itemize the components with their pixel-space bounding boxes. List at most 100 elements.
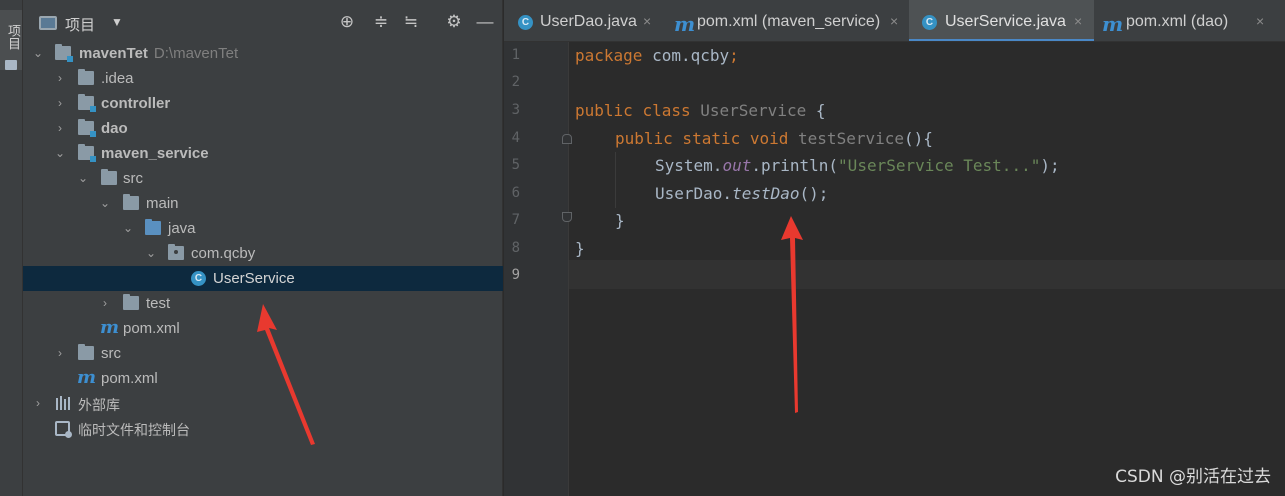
- line-number: 1: [511, 47, 520, 63]
- code-line-7[interactable]: }: [615, 211, 625, 230]
- line-number: 6: [511, 185, 520, 201]
- tree-item-label: .idea: [101, 70, 134, 87]
- maven-icon: m: [77, 367, 97, 388]
- module-folder-icon: [78, 144, 96, 162]
- current-line-highlight: [569, 260, 1285, 289]
- chevron-down-icon[interactable]: ▼: [111, 15, 123, 29]
- project-panel-header: 项目 ▼ ⊕ ≑ ≒ ⚙ —: [23, 0, 503, 42]
- chevron-right-icon[interactable]: ›: [99, 296, 111, 310]
- tab-pom-xml-dao[interactable]: m pom.xml (dao) ×: [1094, 0, 1285, 41]
- tree-item-label: test: [146, 295, 171, 312]
- tab-userservice-java[interactable]: C UserService.java ×: [909, 0, 1094, 41]
- chevron-right-icon[interactable]: ›: [54, 121, 66, 135]
- tab-label: UserService.java: [945, 13, 1066, 30]
- watermark: CSDN @别活在过去: [1115, 467, 1271, 487]
- package-icon: [168, 244, 184, 260]
- folder-icon: [123, 294, 139, 310]
- tree-item-label: UserService: [213, 270, 295, 287]
- module-folder-icon: [55, 44, 73, 62]
- tool-window-strip: 项目: [0, 0, 23, 496]
- code-line-3[interactable]: public class UserService {: [575, 101, 826, 120]
- line-number: 4: [511, 130, 520, 146]
- gear-icon[interactable]: ⚙: [444, 12, 464, 32]
- code-line-5[interactable]: System.out.println("UserService Test..."…: [655, 156, 1060, 175]
- folder-icon: [123, 194, 139, 210]
- code-line-8[interactable]: }: [575, 239, 585, 258]
- chevron-down-icon[interactable]: ⌄: [145, 246, 157, 260]
- project-tool-tab[interactable]: 项目: [0, 10, 22, 70]
- tree-item-pom-xml[interactable]: m pom.xml: [23, 316, 503, 341]
- tab-label: pom.xml (maven_service): [697, 13, 881, 30]
- close-icon[interactable]: ×: [890, 13, 898, 29]
- folder-icon: [78, 69, 94, 85]
- tree-item-label: pom.xml: [101, 370, 158, 387]
- source-folder-icon: [145, 219, 161, 235]
- code-line-4[interactable]: public static void testService(){: [615, 129, 933, 148]
- tree-item-com-qcby[interactable]: ⌄ com.qcby: [23, 241, 503, 266]
- editor-tab-bar: C UserDao.java × m pom.xml (maven_servic…: [504, 0, 1285, 42]
- maven-icon: m: [100, 317, 120, 338]
- code-line-1[interactable]: package com.qcby;: [575, 46, 739, 65]
- chevron-right-icon[interactable]: ›: [54, 71, 66, 85]
- chevron-right-icon[interactable]: ›: [32, 396, 44, 410]
- indent-guide: [615, 152, 616, 208]
- fold-marker-icon[interactable]: [562, 212, 572, 222]
- tree-item-scratches[interactable]: 临时文件和控制台: [23, 416, 503, 441]
- chevron-down-icon[interactable]: ⌄: [77, 171, 89, 185]
- code-editor: C UserDao.java × m pom.xml (maven_servic…: [504, 0, 1285, 496]
- tree-item-maventet[interactable]: ⌄ mavenTet D:\mavenTet: [23, 41, 503, 66]
- project-tool-label: 项目: [5, 24, 20, 50]
- tree-item-controller[interactable]: › controller: [23, 91, 503, 116]
- tree-item-label: dao: [101, 120, 128, 137]
- hide-icon[interactable]: —: [475, 12, 495, 32]
- class-icon: C: [191, 271, 206, 286]
- chevron-down-icon[interactable]: ⌄: [54, 146, 66, 160]
- chevron-right-icon[interactable]: ›: [54, 346, 66, 360]
- line-number: 5: [511, 157, 520, 173]
- tab-pom-xml-maven-service[interactable]: m pom.xml (maven_service) ×: [664, 0, 909, 41]
- tree-item-label: maven_service: [101, 145, 209, 162]
- tree-item-userservice[interactable]: C UserService: [23, 266, 503, 291]
- line-number: 2: [511, 74, 520, 90]
- project-view-title[interactable]: 项目: [65, 14, 95, 35]
- chevron-down-icon[interactable]: ⌄: [122, 221, 134, 235]
- chevron-down-icon[interactable]: ⌄: [32, 46, 44, 60]
- tab-label: UserDao.java: [540, 13, 637, 30]
- folder-icon: [5, 60, 17, 70]
- expand-all-icon[interactable]: ≑: [371, 12, 391, 32]
- tree-item-pom-xml-root[interactable]: m pom.xml: [23, 366, 503, 391]
- code-line-6[interactable]: UserDao.testDao();: [655, 184, 828, 203]
- tree-item-external-libraries[interactable]: › 外部库: [23, 391, 503, 416]
- module-folder-icon: [78, 94, 96, 112]
- project-view-icon: [39, 16, 57, 30]
- tree-item-test[interactable]: › test: [23, 291, 503, 316]
- collapse-all-icon[interactable]: ≒: [401, 12, 421, 32]
- tree-item-label: 外部库: [78, 398, 120, 414]
- tree-item-src[interactable]: ⌄ src: [23, 166, 503, 191]
- tree-item-idea[interactable]: › .idea: [23, 66, 503, 91]
- tree-item-dao[interactable]: › dao: [23, 116, 503, 141]
- tree-item-label: pom.xml: [123, 320, 180, 337]
- tree-item-java[interactable]: ⌄ java: [23, 216, 503, 241]
- module-folder-icon: [78, 119, 96, 137]
- close-icon[interactable]: ×: [1074, 13, 1082, 29]
- tree-item-maven-service[interactable]: ⌄ maven_service: [23, 141, 503, 166]
- maven-icon: m: [674, 12, 696, 36]
- line-number: 3: [511, 102, 520, 118]
- tab-label: pom.xml (dao): [1126, 13, 1229, 30]
- tree-item-path: D:\mavenTet: [153, 45, 239, 62]
- tab-userdao-java[interactable]: C UserDao.java ×: [504, 0, 664, 41]
- tree-item-label: java: [168, 220, 196, 237]
- tree-item-label: 临时文件和控制台: [78, 423, 190, 439]
- locate-icon[interactable]: ⊕: [337, 12, 357, 32]
- class-icon: C: [518, 15, 533, 30]
- tree-item-main[interactable]: ⌄ main: [23, 191, 503, 216]
- chevron-down-icon[interactable]: ⌄: [99, 196, 111, 210]
- close-icon[interactable]: ×: [643, 13, 651, 29]
- tree-item-label: src: [101, 345, 121, 362]
- close-icon[interactable]: ×: [1256, 13, 1264, 29]
- fold-marker-icon[interactable]: [562, 134, 572, 144]
- chevron-right-icon[interactable]: ›: [54, 96, 66, 110]
- class-icon: C: [922, 15, 937, 30]
- tree-item-src-root[interactable]: › src: [23, 341, 503, 366]
